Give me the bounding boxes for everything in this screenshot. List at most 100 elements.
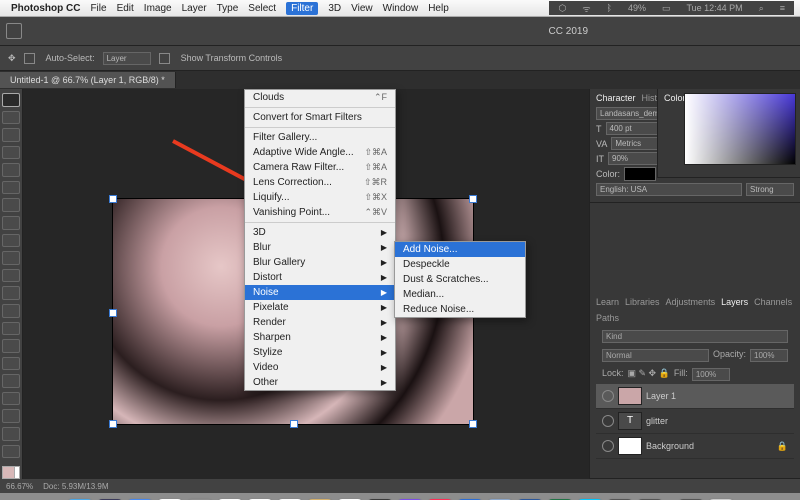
menu-item[interactable]: 3D▶ — [245, 225, 395, 240]
layer-thumb[interactable] — [618, 387, 642, 405]
blur-tool[interactable] — [2, 322, 20, 336]
move-tool[interactable] — [2, 93, 20, 107]
menu-view[interactable]: View — [351, 3, 373, 14]
layer-name[interactable]: Background — [646, 441, 694, 451]
menu-file[interactable]: File — [90, 3, 106, 14]
menu-item[interactable]: Adaptive Wide Angle...⇧⌘A — [245, 145, 395, 160]
menu-item[interactable]: Clouds⌃F — [245, 90, 395, 105]
menu-edit[interactable]: Edit — [117, 3, 134, 14]
heal-tool[interactable] — [2, 216, 20, 230]
gradient-tool[interactable] — [2, 304, 20, 318]
marquee-tool[interactable] — [2, 111, 20, 125]
spotlight-icon[interactable]: ⌕ — [759, 3, 764, 14]
menu-item[interactable]: Stylize▶ — [245, 345, 395, 360]
lang-dropdown[interactable]: English: USA — [596, 183, 742, 196]
eraser-tool[interactable] — [2, 286, 20, 300]
hand-tool[interactable] — [2, 427, 20, 441]
clock[interactable]: Tue 12:44 PM — [686, 3, 742, 13]
menu-item[interactable]: Distort▶ — [245, 270, 395, 285]
menu-type[interactable]: Type — [217, 3, 239, 14]
menu-item[interactable]: Other▶ — [245, 375, 395, 390]
color-field[interactable] — [684, 93, 796, 165]
wand-tool[interactable] — [2, 146, 20, 160]
layer-row[interactable]: Layer 1 — [596, 384, 794, 409]
menu-item[interactable]: Blur Gallery▶ — [245, 255, 395, 270]
visibility-toggle[interactable] — [602, 390, 614, 402]
menu-select[interactable]: Select — [248, 3, 276, 14]
menu-item[interactable]: Median... — [395, 287, 525, 302]
dropbox-icon[interactable]: ⬡ — [558, 3, 566, 14]
home-icon[interactable] — [6, 23, 22, 39]
tab-layers[interactable]: Layers — [721, 297, 748, 307]
auto-select-dropdown[interactable]: Layer — [103, 52, 151, 65]
transform-handle[interactable] — [469, 420, 477, 428]
auto-select-checkbox[interactable] — [24, 53, 35, 64]
doc-size[interactable]: Doc: 5.93M/13.9M — [43, 482, 108, 491]
menu-item[interactable]: Render▶ — [245, 315, 395, 330]
menu-item[interactable]: Convert for Smart Filters — [245, 110, 395, 125]
transform-handle[interactable] — [109, 420, 117, 428]
transform-handle[interactable] — [469, 195, 477, 203]
visibility-toggle[interactable] — [602, 415, 614, 427]
history-brush-tool[interactable] — [2, 269, 20, 283]
menu-item-noise[interactable]: Noise▶ — [245, 285, 395, 300]
menu-item[interactable]: Lens Correction...⇧⌘R — [245, 175, 395, 190]
fg-bg-swatches[interactable] — [2, 466, 20, 479]
layer-name[interactable]: Layer 1 — [646, 391, 676, 401]
menu-3d[interactable]: 3D — [328, 3, 341, 14]
stamp-tool[interactable] — [2, 251, 20, 265]
tab-learn[interactable]: Learn — [596, 297, 619, 307]
tab-adjustments[interactable]: Adjustments — [666, 297, 716, 307]
menu-item[interactable]: Video▶ — [245, 360, 395, 375]
dodge-tool[interactable] — [2, 339, 20, 353]
document-tab[interactable]: Untitled-1 @ 66.7% (Layer 1, RGB/8) * — [0, 72, 176, 88]
tab-channels[interactable]: Channels — [754, 297, 792, 307]
text-color-swatch[interactable] — [624, 167, 656, 181]
zoom-level[interactable]: 66.67% — [6, 482, 33, 491]
menu-image[interactable]: Image — [144, 3, 172, 14]
menu-item[interactable]: Pixelate▶ — [245, 300, 395, 315]
visibility-toggle[interactable] — [602, 440, 614, 452]
layer-row[interactable]: T glitter — [596, 409, 794, 434]
transform-handle[interactable] — [109, 309, 117, 317]
tab-character[interactable]: Character — [596, 93, 636, 103]
shape-tool[interactable] — [2, 409, 20, 423]
app-menu[interactable]: Photoshop CC — [11, 3, 80, 14]
pen-tool[interactable] — [2, 357, 20, 371]
aa-dropdown[interactable]: Strong — [746, 183, 794, 196]
fg-color-swatch[interactable] — [2, 466, 15, 479]
layer-row[interactable]: Background 🔒 — [596, 434, 794, 459]
transform-handle[interactable] — [109, 195, 117, 203]
menu-item[interactable]: Liquify...⇧⌘X — [245, 190, 395, 205]
wifi-icon[interactable]: ᯤ — [582, 2, 590, 15]
lasso-tool[interactable] — [2, 128, 20, 142]
zoom-tool[interactable] — [2, 445, 20, 459]
menu-item[interactable]: Vanishing Point...⌃⌘V — [245, 205, 395, 220]
lock-icons[interactable]: ▣ ✎ ✥ 🔒 — [628, 368, 670, 381]
tab-color[interactable]: Color — [664, 93, 686, 103]
frame-tool[interactable] — [2, 181, 20, 195]
type-tool[interactable] — [2, 374, 20, 388]
fill-input[interactable]: 100% — [692, 368, 730, 381]
blend-mode-dropdown[interactable]: Normal — [602, 349, 709, 362]
layer-thumb[interactable]: T — [618, 412, 642, 430]
show-transform-checkbox[interactable] — [159, 53, 170, 64]
path-tool[interactable] — [2, 392, 20, 406]
menu-help[interactable]: Help — [428, 3, 449, 14]
transform-handle[interactable] — [290, 420, 298, 428]
menu-item[interactable]: Sharpen▶ — [245, 330, 395, 345]
tab-paths[interactable]: Paths — [596, 313, 619, 323]
menu-filter[interactable]: Filter — [286, 2, 318, 15]
opacity-input[interactable]: 100% — [750, 349, 788, 362]
eyedropper-tool[interactable] — [2, 198, 20, 212]
layer-name[interactable]: glitter — [646, 416, 668, 426]
notif-icon[interactable]: ≡ — [780, 3, 785, 13]
bluetooth-icon[interactable]: ᛒ — [607, 3, 612, 13]
tab-libraries[interactable]: Libraries — [625, 297, 660, 307]
menu-item[interactable]: Despeckle — [395, 257, 525, 272]
menu-window[interactable]: Window — [383, 3, 419, 14]
menu-item[interactable]: Reduce Noise... — [395, 302, 525, 317]
brush-tool[interactable] — [2, 234, 20, 248]
menu-layer[interactable]: Layer — [182, 3, 207, 14]
menu-item[interactable]: Filter Gallery... — [245, 130, 395, 145]
